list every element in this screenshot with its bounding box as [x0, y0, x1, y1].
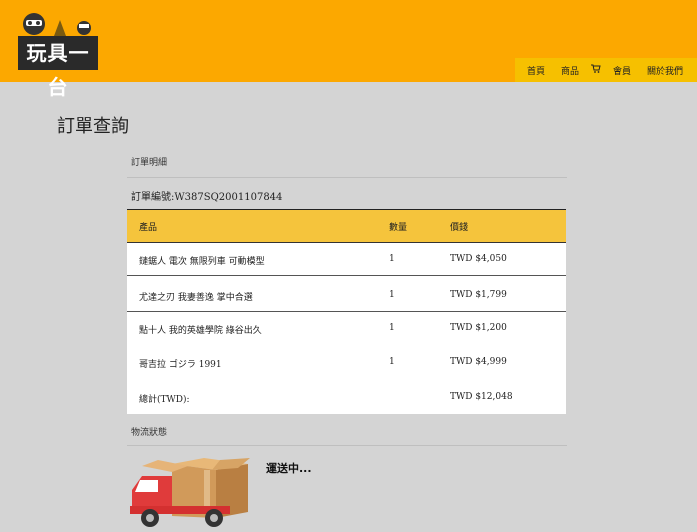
product-name: 尤達之刃 我妻善逸 掌中合選: [139, 293, 253, 303]
main-nav: 首頁 商品 會員 關於我們: [514, 58, 697, 82]
row-divider: [127, 311, 566, 312]
total-label: 總計(TWD):: [139, 395, 190, 405]
column-header-product: 產品: [139, 223, 158, 233]
site-header: 玩具一台 首頁 商品 會員 關於我們: [0, 0, 697, 99]
logo-text: 玩具一台: [18, 36, 98, 99]
order-table: 產品 數量 價錢 鏈鋸人 電次 無限列車 可動模型 1 TWD $4,050 尤…: [127, 209, 566, 414]
product-quantity: 1: [389, 254, 395, 264]
table-row: 哥吉拉 ゴジラ 1991 1 TWD $4,999: [127, 347, 566, 381]
row-divider: [127, 275, 566, 276]
total-row: 總計(TWD): TWD $12,048: [127, 381, 566, 415]
nav-products[interactable]: 商品: [561, 64, 579, 77]
product-quantity: 1: [389, 357, 395, 367]
table-header: 產品 數量 價錢: [127, 209, 566, 243]
mascot-icon: [23, 13, 91, 36]
order-number: 訂單編號:W387SQ2001107844: [131, 192, 283, 203]
column-header-price: 價錢: [450, 223, 469, 233]
product-price: TWD $1,200: [450, 323, 507, 333]
product-price: TWD $4,050: [450, 254, 507, 264]
product-price: TWD $4,999: [450, 357, 507, 367]
page-title: 訂單查詢: [57, 116, 129, 137]
divider: [127, 177, 567, 178]
product-name: 鏈鋸人 電次 無限列車 可動模型: [139, 257, 265, 267]
delivery-truck-icon: [128, 456, 252, 528]
table-row: 尤達之刃 我妻善逸 掌中合選 1 TWD $1,799: [127, 277, 566, 311]
product-quantity: 1: [389, 290, 395, 300]
table-row: 點十人 我的英雄學院 綠谷出久 1 TWD $1,200: [127, 313, 566, 347]
nav-member[interactable]: 會員: [613, 64, 631, 77]
product-price: TWD $1,799: [450, 290, 507, 300]
product-name: 哥吉拉 ゴジラ 1991: [139, 360, 222, 370]
order-details-label: 訂單明細: [131, 158, 168, 168]
nav-home[interactable]: 首頁: [527, 64, 545, 77]
total-value: TWD $12,048: [450, 392, 513, 402]
shipping-status: 運送中...: [266, 462, 312, 475]
nav-about[interactable]: 關於我們: [647, 64, 683, 77]
product-quantity: 1: [389, 323, 395, 333]
table-row: 鏈鋸人 電次 無限列車 可動模型 1 TWD $4,050: [127, 243, 566, 277]
site-logo[interactable]: 玩具一台: [18, 8, 98, 99]
product-name: 點十人 我的英雄學院 綠谷出久: [139, 326, 262, 336]
cart-icon[interactable]: [590, 64, 601, 76]
shipping-label: 物流狀態: [131, 428, 168, 438]
column-header-quantity: 數量: [389, 223, 408, 233]
divider: [127, 445, 567, 446]
